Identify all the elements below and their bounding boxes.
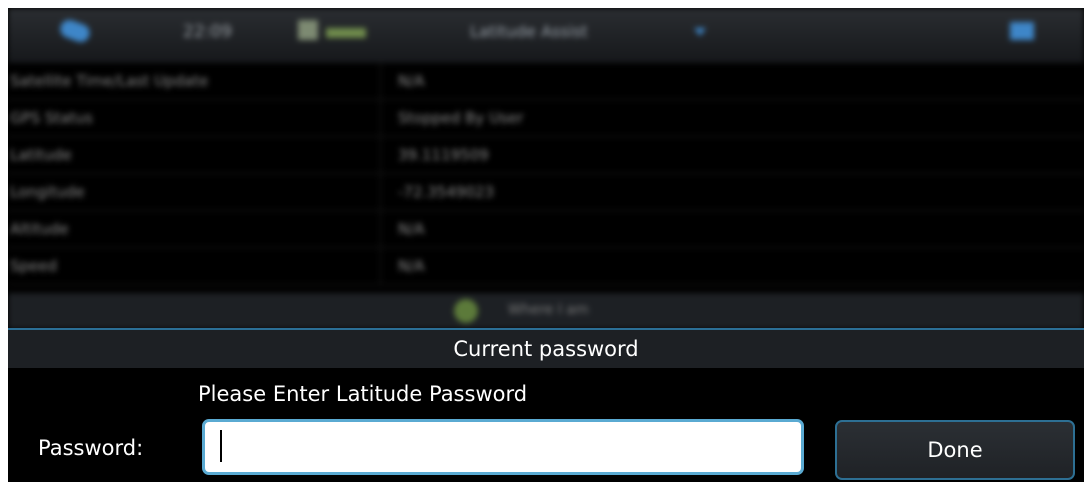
chevron-down-icon xyxy=(694,28,706,36)
screen: 22:09 Latitude Assist Satellite Time/Las… xyxy=(8,8,1084,482)
info-label: Satellite Time/Last Update xyxy=(8,63,381,99)
dialog-title-bar: Current password xyxy=(8,330,1084,368)
where-i-am-label: Where I am xyxy=(508,302,589,318)
info-label: Altitude xyxy=(8,211,381,247)
info-row-latitude: Latitude 39.1119509 xyxy=(8,137,1084,174)
info-row-altitude: Altitude N/A xyxy=(8,211,1084,248)
info-row-gps-status: GPS Status Stopped By User xyxy=(8,100,1084,137)
info-label: Longitude xyxy=(8,174,381,210)
info-label: Latitude xyxy=(8,137,381,173)
location-icon xyxy=(454,299,478,323)
dialog-title: Current password xyxy=(453,337,639,361)
status-bar: 22:09 Latitude Assist xyxy=(8,8,1084,63)
info-row-speed: Speed N/A xyxy=(8,248,1084,285)
signal-icon xyxy=(298,20,318,40)
where-i-am-button: Where I am xyxy=(8,293,1084,329)
background-app: 22:09 Latitude Assist Satellite Time/Las… xyxy=(8,8,1084,334)
info-value: -72.3549023 xyxy=(398,183,495,201)
mail-icon xyxy=(1010,22,1034,40)
info-row-longitude: Longitude -72.3549023 xyxy=(8,174,1084,211)
battery-icon xyxy=(326,28,366,38)
info-label: GPS Status xyxy=(8,100,381,136)
text-cursor xyxy=(220,430,222,462)
done-button[interactable]: Done xyxy=(835,420,1075,480)
password-label: Password: xyxy=(38,436,144,460)
app-icon xyxy=(57,17,93,45)
info-value: Stopped By User xyxy=(398,109,524,127)
info-value: N/A xyxy=(398,72,425,90)
info-value: N/A xyxy=(398,220,425,238)
status-time: 22:09 xyxy=(183,22,232,42)
status-title: Latitude Assist xyxy=(470,22,588,41)
info-value: N/A xyxy=(398,257,425,275)
password-input[interactable] xyxy=(202,419,804,475)
info-row-satellite-time: Satellite Time/Last Update N/A xyxy=(8,63,1084,100)
dialog-prompt: Please Enter Latitude Password xyxy=(198,382,528,406)
password-dialog: Current password Please Enter Latitude P… xyxy=(8,328,1084,482)
info-value: 39.1119509 xyxy=(398,146,489,164)
info-label: Speed xyxy=(8,248,381,284)
